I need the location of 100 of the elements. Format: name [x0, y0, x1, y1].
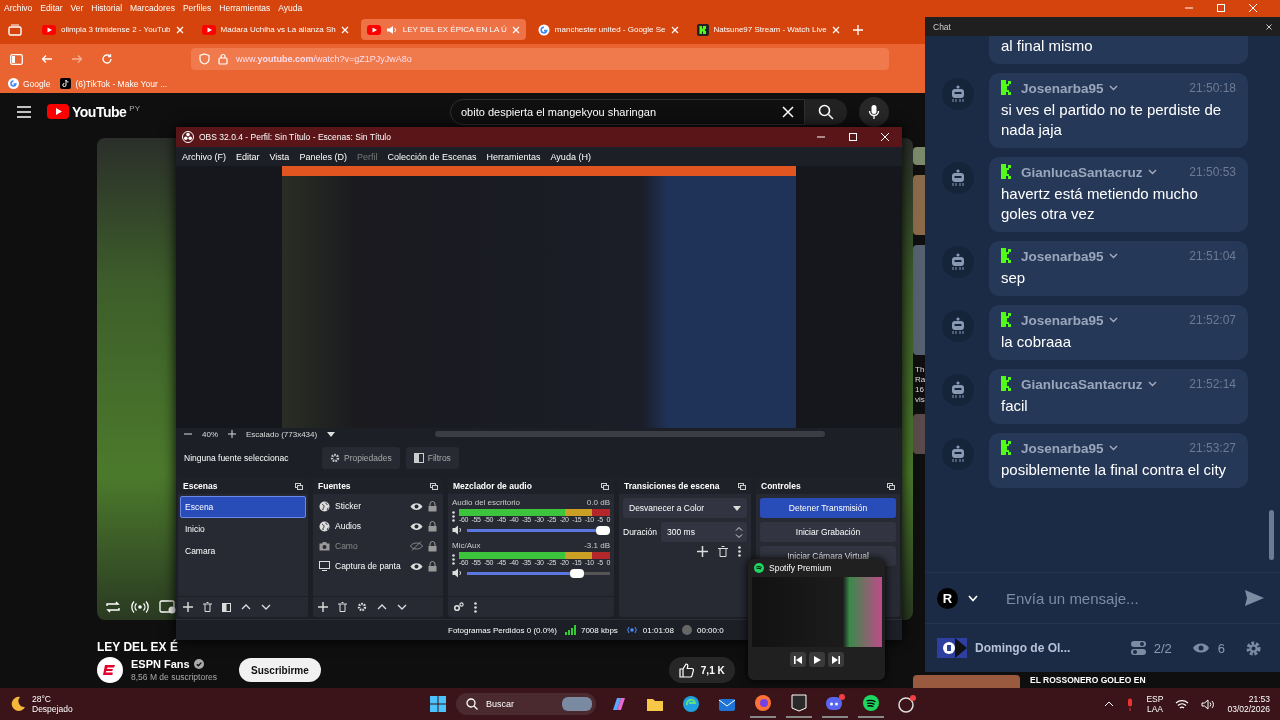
video-title[interactable]: EL ROSSONERO GOLEO EN	[1030, 675, 1146, 688]
menu-item[interactable]: Ayuda (H)	[550, 151, 591, 162]
menu-item[interactable]: Vista	[269, 151, 290, 162]
trash-icon[interactable]	[338, 602, 347, 612]
more-icon[interactable]	[738, 546, 741, 557]
menu-item[interactable]: Ayuda	[278, 2, 303, 13]
menu-item[interactable]: Archivo	[4, 2, 33, 13]
menu-item[interactable]: Paneles (D)	[299, 151, 347, 162]
robot-avatar-icon[interactable]	[942, 374, 974, 406]
video-thumbnail[interactable]	[913, 245, 925, 355]
speaker-icon[interactable]	[452, 525, 463, 535]
tab-list-icon[interactable]	[8, 23, 22, 36]
search-button[interactable]	[805, 98, 847, 125]
robot-avatar-icon[interactable]	[942, 310, 974, 342]
video-thumbnail[interactable]	[913, 675, 1020, 688]
menu-item[interactable]: Historial	[91, 2, 123, 13]
wifi-icon[interactable]	[1175, 698, 1190, 710]
loop-icon[interactable]	[105, 600, 121, 614]
undock-icon[interactable]	[430, 482, 438, 490]
reload-icon[interactable]	[101, 53, 113, 65]
autoplay-icon[interactable]	[159, 600, 177, 614]
channel-logo-icon[interactable]	[97, 657, 123, 683]
scrollbar[interactable]	[1269, 510, 1274, 560]
source-item[interactable]: Captura de panta	[315, 556, 441, 576]
add-icon[interactable]	[697, 546, 708, 557]
language-text[interactable]: ESP	[1146, 694, 1164, 704]
maximize-icon[interactable]	[848, 132, 858, 142]
volume-icon[interactable]	[1201, 698, 1216, 710]
more-icon[interactable]	[474, 601, 477, 613]
filters-button[interactable]: Filtros	[405, 447, 459, 469]
new-tab-icon[interactable]	[851, 23, 864, 36]
slider-thumb[interactable]	[570, 568, 585, 578]
layout-text[interactable]: LAA	[1146, 704, 1163, 714]
username[interactable]: Josenarba95	[1021, 248, 1104, 264]
zoom-out-icon[interactable]	[184, 430, 192, 438]
robot-avatar-icon[interactable]	[942, 78, 974, 110]
control-button[interactable]: Detener Transmisión	[760, 498, 896, 518]
robot-avatar-icon[interactable]	[942, 162, 974, 194]
chevron-up-icon[interactable]	[377, 604, 387, 610]
moon-icon[interactable]	[10, 696, 26, 712]
windows-start-icon[interactable]	[430, 696, 446, 712]
video-thumbnail[interactable]	[913, 147, 925, 165]
username[interactable]: Josenarba95	[1021, 312, 1104, 328]
undock-icon[interactable]	[295, 482, 303, 490]
source-item[interactable]: Camo	[315, 536, 441, 556]
close-icon[interactable]	[1266, 23, 1272, 30]
username[interactable]: Josenarba95	[1021, 80, 1104, 96]
chevron-down-icon[interactable]	[261, 604, 271, 610]
menu-item[interactable]: Ver	[70, 2, 84, 13]
eye-icon[interactable]	[410, 561, 423, 571]
app-window-thumbnail[interactable]	[751, 577, 882, 647]
scene-item[interactable]: Camara	[180, 540, 306, 562]
lock-icon[interactable]	[428, 520, 437, 532]
menu-item[interactable]: Perfiles	[182, 2, 212, 13]
like-button[interactable]: 7,1 K	[668, 657, 735, 683]
send-icon[interactable]	[1245, 590, 1264, 606]
browser-tab[interactable]: manchester united - Google Se	[531, 19, 685, 40]
menu-item[interactable]: Editar	[236, 151, 260, 162]
menu-item[interactable]: Marcadores	[130, 2, 175, 13]
next-button[interactable]	[827, 652, 844, 667]
eye-icon[interactable]	[410, 501, 423, 511]
subscribe-button[interactable]: Suscribirme	[239, 658, 321, 682]
properties-button[interactable]: Propiedades	[322, 447, 400, 469]
undock-icon[interactable]	[601, 482, 609, 490]
play-button[interactable]	[808, 652, 825, 667]
menu-item[interactable]: Editar	[40, 2, 63, 13]
slider-thumb[interactable]	[596, 525, 610, 535]
menu-item[interactable]: Colección de Escenas	[387, 151, 477, 162]
scrollbar[interactable]	[435, 431, 826, 437]
scene-item[interactable]: Escena	[180, 496, 306, 518]
source-item[interactable]: Sticker	[315, 496, 441, 516]
broadcast-icon[interactable]	[131, 600, 149, 614]
control-button[interactable]: Iniciar Grabación	[760, 522, 896, 542]
caret-down-icon[interactable]	[327, 431, 336, 437]
microphone-button[interactable]	[859, 96, 889, 127]
scaling-label[interactable]: Escalado (773x434)	[246, 429, 318, 439]
more-icon[interactable]	[452, 553, 455, 565]
menu-item[interactable]: Herramientas	[219, 2, 271, 13]
source-item[interactable]: Audios	[315, 516, 441, 536]
zoom-in-icon[interactable]	[228, 430, 236, 438]
gears-icon[interactable]	[453, 602, 464, 612]
search-field[interactable]: Buscar	[456, 693, 596, 715]
robot-avatar-icon[interactable]	[942, 438, 974, 470]
browser-tab[interactable]: olimpia 3 trinidense 2 - YouTub	[36, 19, 190, 40]
toggle-icon[interactable]	[1130, 640, 1146, 656]
clear-icon[interactable]	[782, 105, 794, 118]
chevron-up-icon[interactable]	[241, 604, 251, 610]
speaker-icon[interactable]	[452, 568, 463, 578]
menu-item[interactable]: Archivo (F)	[182, 151, 226, 162]
scene-item[interactable]: Inicio	[180, 518, 306, 540]
clock-date[interactable]: 03/02/2026	[1227, 704, 1270, 714]
gear-icon[interactable]	[357, 602, 367, 612]
username[interactable]: GianlucaSantacruz	[1021, 376, 1143, 392]
lock-icon[interactable]	[428, 500, 437, 512]
undock-icon[interactable]	[887, 482, 895, 490]
chevron-down-icon[interactable]	[397, 604, 407, 610]
video-thumbnail[interactable]	[913, 414, 925, 454]
username[interactable]: Josenarba95	[1021, 440, 1104, 456]
back-icon[interactable]	[41, 54, 53, 64]
trash-icon[interactable]	[203, 602, 212, 612]
